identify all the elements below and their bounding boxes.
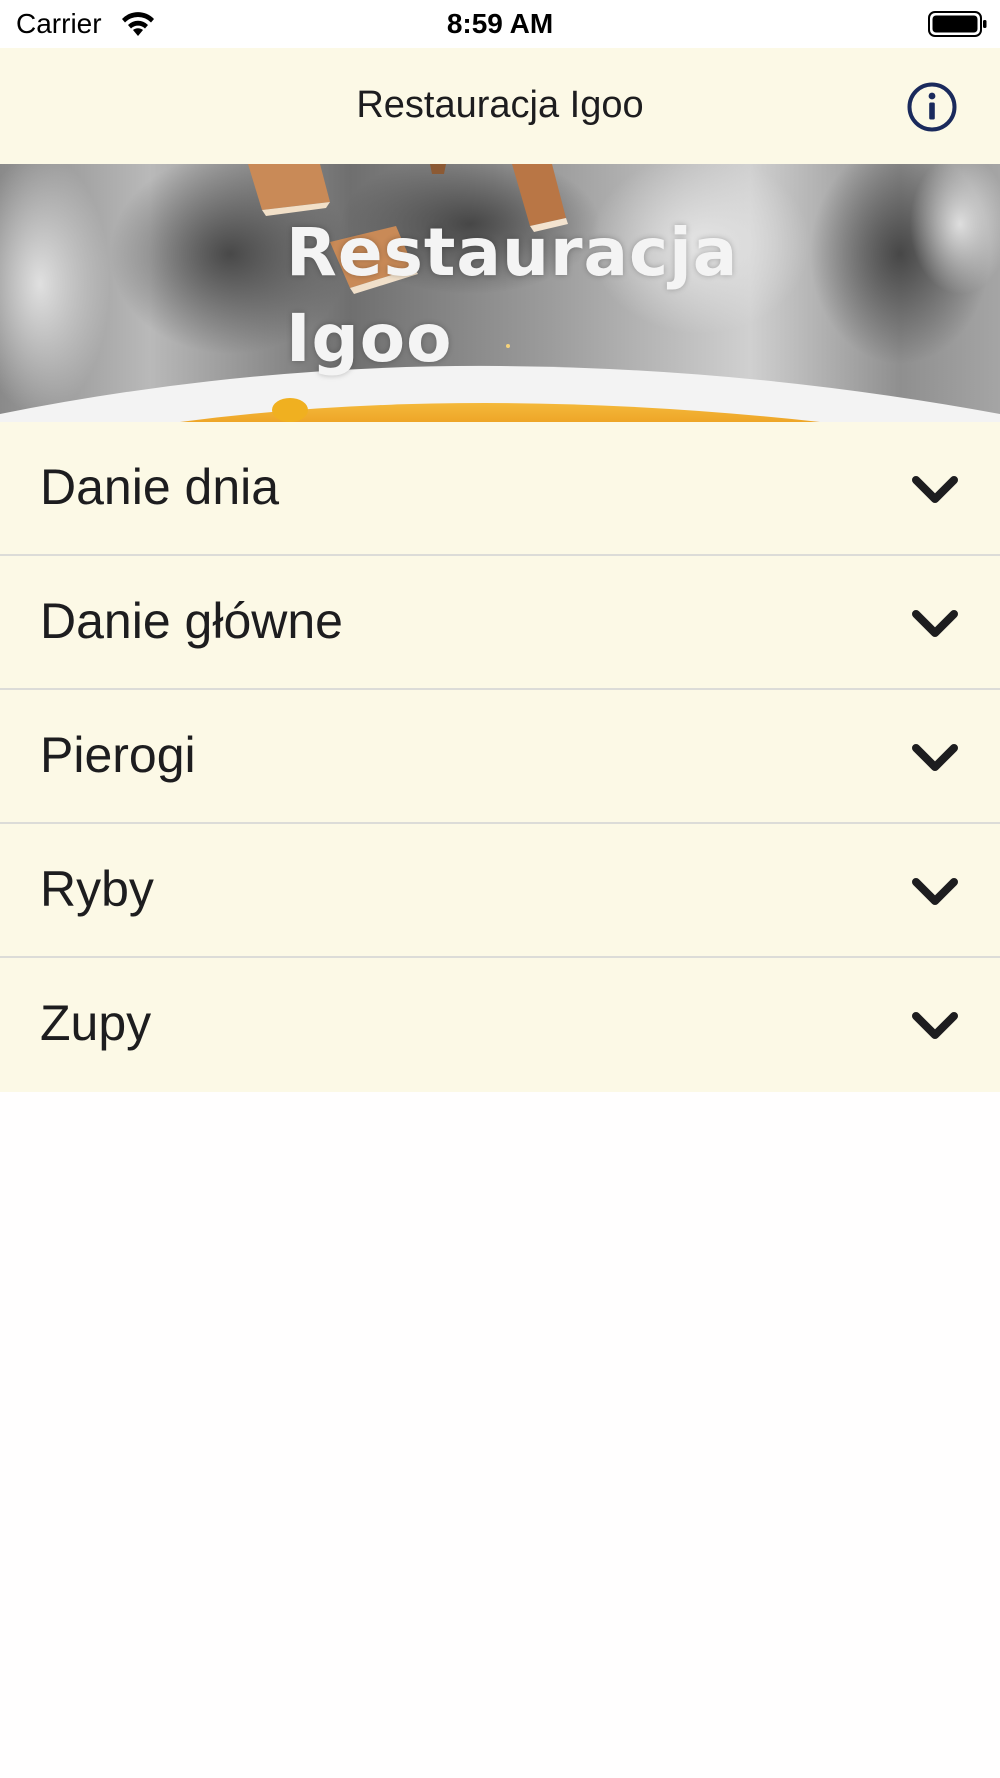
- chevron-down-icon[interactable]: [910, 1008, 960, 1044]
- menu-category-zupy[interactable]: Zupy: [0, 958, 1000, 1092]
- info-circle-icon[interactable]: [906, 81, 958, 133]
- menu-category-pierogi[interactable]: Pierogi: [0, 690, 1000, 824]
- chevron-down-icon[interactable]: [910, 606, 960, 642]
- page-title: Restauracja Igoo: [356, 84, 644, 126]
- menu-category-danie-glowne[interactable]: Danie główne: [0, 556, 1000, 690]
- menu-category-label: Ryby: [40, 861, 154, 917]
- menu-category-ryby[interactable]: Ryby: [0, 824, 1000, 958]
- menu-category-label: Danie dnia: [40, 459, 280, 515]
- battery-icon: [928, 11, 987, 37]
- hero-title: Restauracja Igoo: [286, 210, 738, 382]
- menu-category-danie-dnia[interactable]: Danie dnia: [0, 422, 1000, 556]
- hero-title-line-2: Igoo: [286, 300, 453, 377]
- chevron-down-icon[interactable]: [910, 472, 960, 508]
- hero-title-line-1: Restauracja: [286, 214, 739, 291]
- hero-banner: Restauracja Igoo: [0, 164, 1000, 422]
- menu-category-label: Zupy: [40, 995, 152, 1051]
- menu-category-label: Danie główne: [40, 593, 343, 649]
- menu-category-label: Pierogi: [40, 727, 196, 783]
- status-bar: Carrier 8:59 AM: [0, 0, 1000, 48]
- chevron-down-icon[interactable]: [910, 874, 960, 910]
- menu-category-list: Danie dnia Danie główne Pierogi Ryby Zup…: [0, 422, 1000, 1092]
- clock-label: 8:59 AM: [446, 8, 554, 39]
- navigation-bar: Restauracja Igoo: [0, 48, 1000, 164]
- chevron-down-icon[interactable]: [910, 740, 960, 776]
